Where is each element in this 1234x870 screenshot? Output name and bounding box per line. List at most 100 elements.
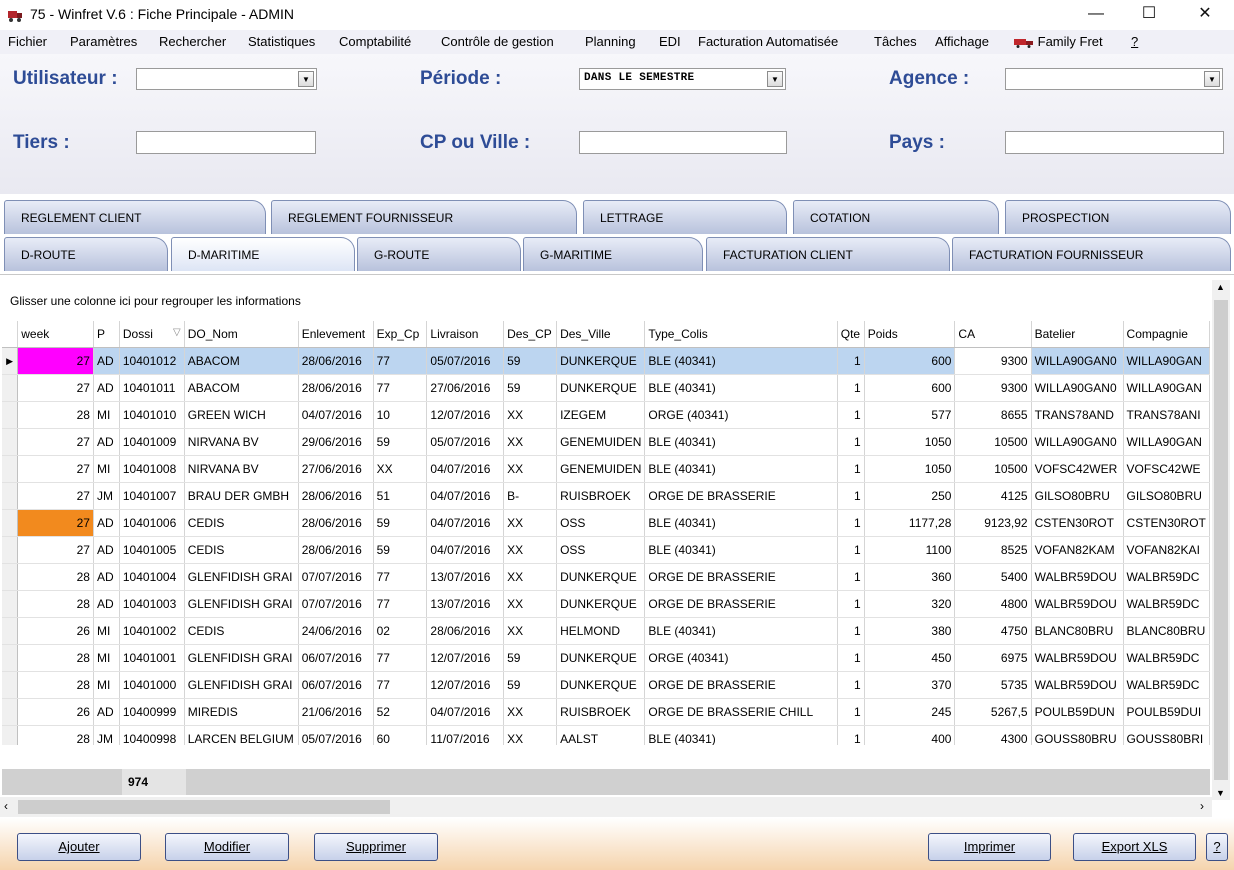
cell-compagnie[interactable]: WILLA90GAN: [1123, 347, 1210, 375]
vertical-scrollbar[interactable]: ▲ ▼: [1212, 280, 1230, 800]
cell-poids[interactable]: 245: [864, 698, 956, 726]
tab-facturation-client[interactable]: FACTURATION CLIENT: [706, 237, 950, 271]
cell-do-nom[interactable]: GREEN WICH: [184, 401, 299, 429]
cell-des-ville[interactable]: DUNKERQUE: [556, 671, 646, 699]
column-header-week[interactable]: week: [17, 321, 94, 348]
cell-batelier[interactable]: GOUSS80BRU: [1031, 725, 1124, 745]
cell-des-cp[interactable]: XX: [503, 401, 558, 429]
cell-ca[interactable]: 9300: [954, 347, 1032, 375]
cell-p[interactable]: JM: [93, 725, 120, 745]
row-indicator[interactable]: [2, 509, 19, 537]
utilisateur-combo[interactable]: ▼: [136, 68, 317, 90]
horizontal-scrollbar[interactable]: ‹ ›: [0, 797, 1212, 817]
menu-family-fret[interactable]: Family Fret: [1014, 34, 1103, 49]
cell-compagnie[interactable]: WALBR59DC: [1123, 644, 1210, 672]
cell-week[interactable]: 27: [17, 536, 94, 564]
cell-week[interactable]: 28: [17, 590, 94, 618]
cell-week[interactable]: 28: [17, 671, 94, 699]
cell-ca[interactable]: 8525: [954, 536, 1032, 564]
cell-des-cp[interactable]: XX: [503, 455, 558, 483]
table-row[interactable]: 27 AD 10401011 ABACOM 28/06/2016 77 27/06/2016…: [2, 374, 1210, 402]
column-header-qte[interactable]: Qte: [837, 321, 865, 348]
cell-ca[interactable]: 5400: [954, 563, 1032, 591]
cell-des-ville[interactable]: HELMOND: [556, 617, 646, 645]
cell-do-nom[interactable]: CEDIS: [184, 536, 299, 564]
cell-exp-cp[interactable]: 59: [373, 509, 428, 537]
cell-type-colis[interactable]: BLE (40341): [644, 428, 838, 456]
cell-compagnie[interactable]: GILSO80BRU: [1123, 482, 1210, 510]
table-row[interactable]: 28 MI 10401010 GREEN WICH 04/07/2016 10 12/07/…: [2, 401, 1210, 429]
column-header-batelier[interactable]: Batelier: [1031, 321, 1124, 348]
cell-p[interactable]: MI: [93, 617, 120, 645]
cell-p[interactable]: AD: [93, 698, 120, 726]
cp-ville-input[interactable]: [579, 131, 787, 154]
cell-des-cp[interactable]: 59: [503, 671, 558, 699]
row-indicator[interactable]: [2, 698, 19, 726]
column-header-compagnie[interactable]: Compagnie: [1123, 321, 1210, 348]
cell-p[interactable]: AD: [93, 509, 120, 537]
cell-dossier[interactable]: 10401010: [119, 401, 185, 429]
row-indicator[interactable]: [2, 374, 19, 402]
pays-input[interactable]: [1005, 131, 1224, 154]
cell-type-colis[interactable]: BLE (40341): [644, 374, 838, 402]
cell-ca[interactable]: 6975: [954, 644, 1032, 672]
scroll-left-icon[interactable]: ‹: [4, 799, 8, 813]
cell-compagnie[interactable]: VOFSC42WE: [1123, 455, 1210, 483]
cell-p[interactable]: MI: [93, 644, 120, 672]
cell-livraison[interactable]: 04/07/2016: [426, 509, 505, 537]
cell-dossier[interactable]: 10401001: [119, 644, 185, 672]
cell-qte[interactable]: 1: [837, 617, 865, 645]
table-row[interactable]: 27 MI 10401008 NIRVANA BV 27/06/2016 XX 04/07/…: [2, 455, 1210, 483]
cell-enlevement[interactable]: 21/06/2016: [298, 698, 374, 726]
cell-livraison[interactable]: 13/07/2016: [426, 590, 505, 618]
dossier-grid[interactable]: week P Dossi ▽ DO_Nom Enlevement Exp_Cp …: [2, 321, 1210, 745]
cell-week[interactable]: 28: [17, 644, 94, 672]
cell-exp-cp[interactable]: 52: [373, 698, 428, 726]
cell-type-colis[interactable]: BLE (40341): [644, 347, 838, 375]
cell-ca[interactable]: 4800: [954, 590, 1032, 618]
cell-dossier[interactable]: 10401006: [119, 509, 185, 537]
cell-enlevement[interactable]: 28/06/2016: [298, 347, 374, 375]
cell-livraison[interactable]: 04/07/2016: [426, 536, 505, 564]
cell-enlevement[interactable]: 27/06/2016: [298, 455, 374, 483]
cell-livraison[interactable]: 04/07/2016: [426, 455, 505, 483]
cell-qte[interactable]: 1: [837, 509, 865, 537]
cell-livraison[interactable]: 12/07/2016: [426, 401, 505, 429]
cell-poids[interactable]: 320: [864, 590, 956, 618]
cell-ca[interactable]: 5267,5: [954, 698, 1032, 726]
row-indicator[interactable]: [2, 428, 19, 456]
row-indicator[interactable]: [2, 671, 19, 699]
cell-qte[interactable]: 1: [837, 428, 865, 456]
menu-fichier[interactable]: Fichier: [8, 34, 47, 49]
cell-dossier[interactable]: 10401008: [119, 455, 185, 483]
cell-type-colis[interactable]: ORGE DE BRASSERIE: [644, 563, 838, 591]
cell-exp-cp[interactable]: 77: [373, 644, 428, 672]
cell-poids[interactable]: 577: [864, 401, 956, 429]
cell-livraison[interactable]: 05/07/2016: [426, 347, 505, 375]
group-by-hint[interactable]: Glisser une colonne ici pour regrouper l…: [10, 294, 301, 308]
tab-d-maritime[interactable]: D-MARITIME: [171, 237, 355, 271]
row-indicator[interactable]: [2, 455, 19, 483]
cell-batelier[interactable]: VOFSC42WER: [1031, 455, 1124, 483]
cell-week[interactable]: 28: [17, 725, 94, 745]
column-header-p[interactable]: P: [93, 321, 120, 348]
tab-reglement-client[interactable]: REGLEMENT CLIENT: [4, 200, 266, 234]
cell-exp-cp[interactable]: 59: [373, 536, 428, 564]
cell-type-colis[interactable]: BLE (40341): [644, 725, 838, 745]
cell-poids[interactable]: 600: [864, 347, 956, 375]
cell-ca[interactable]: 10500: [954, 455, 1032, 483]
cell-des-cp[interactable]: 59: [503, 374, 558, 402]
cell-enlevement[interactable]: 05/07/2016: [298, 725, 374, 745]
cell-batelier[interactable]: BLANC80BRU: [1031, 617, 1124, 645]
maximize-button[interactable]: ☐: [1126, 0, 1172, 30]
agence-combo[interactable]: ▼: [1005, 68, 1223, 90]
column-header-dossier[interactable]: Dossi ▽: [119, 321, 185, 348]
supprimer-button[interactable]: Supprimer: [314, 833, 438, 861]
cell-des-ville[interactable]: OSS: [556, 536, 646, 564]
chevron-down-icon[interactable]: ▼: [767, 71, 783, 87]
menu-facturation-automatisee[interactable]: Facturation Automatisée: [698, 34, 838, 49]
cell-p[interactable]: MI: [93, 455, 120, 483]
cell-type-colis[interactable]: BLE (40341): [644, 536, 838, 564]
cell-batelier[interactable]: WILLA90GAN0: [1031, 428, 1124, 456]
cell-batelier[interactable]: WILLA90GAN0: [1031, 347, 1124, 375]
